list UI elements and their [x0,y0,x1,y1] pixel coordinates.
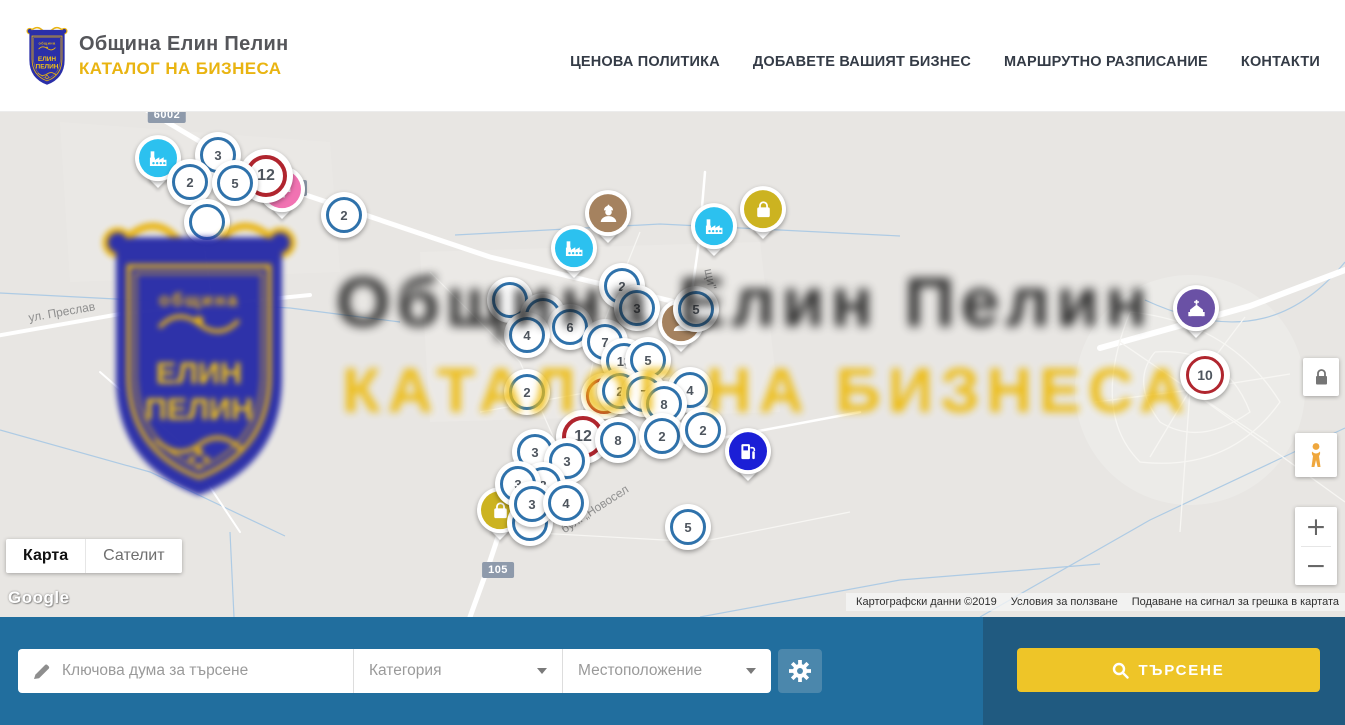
cluster-marker-5[interactable]: 5 [673,286,719,332]
zoom-out-button[interactable]: − [1295,547,1337,586]
cluster-count: 5 [684,520,691,535]
cluster-count: 3 [528,497,535,512]
attribution-link-2[interactable]: Подаване на сигнал за грешка в картата [1132,596,1339,608]
cluster-marker-2[interactable]: 2 [680,407,726,453]
cluster-marker-10[interactable]: 10 [1180,350,1230,400]
pegman-button[interactable] [1295,433,1337,477]
cluster-count: 2 [340,208,347,223]
road-badge-105: 105 [482,562,514,578]
cluster-count: 2 [658,429,665,444]
cluster-marker-3[interactable]: 3 [614,285,660,331]
nav-item-3[interactable]: МАРШРУТНО РАЗПИСАНИЕ [1004,54,1208,70]
search-bar: Категория Местоположение [0,617,1345,725]
cluster-count: 4 [523,328,530,343]
cluster-count: 2 [523,385,530,400]
keyword-input[interactable] [62,662,353,680]
map-canvas[interactable]: 3 2 12 5 2 2 3 5 6 4 7 13 5 2 2 7 4 8 12… [0,112,1345,617]
svg-text:ЕЛИН: ЕЛИН [38,56,57,63]
factory-icon [555,229,593,267]
cluster-count: 10 [1197,367,1213,383]
search-fields: Категория Местоположение [18,649,771,693]
search-icon [1112,662,1129,679]
cluster-count: 5 [231,176,238,191]
factory-marker[interactable] [551,225,597,271]
lock-icon [1313,368,1330,387]
cluster-marker-8[interactable]: 8 [595,417,641,463]
cluster-count: 4 [562,496,569,511]
map-type-map-button[interactable]: Карта [6,539,85,573]
site-title: Община Елин Пелин КАТАЛОГ НА БИЗНЕСА [79,33,289,79]
pegman-icon [1306,442,1326,468]
cluster-marker-2[interactable]: 2 [321,192,367,238]
cluster-marker[interactable] [184,199,230,245]
cluster-count: 3 [633,301,640,316]
cluster-count: 5 [644,353,651,368]
fuel-marker[interactable] [725,428,771,474]
cluster-marker-4[interactable]: 4 [543,480,589,526]
map-type-control: Карта Сателит [6,539,182,573]
site-title-line1: Община Елин Пелин [79,33,289,56]
nav-item-1[interactable]: ЦЕНОВА ПОЛИТИКА [570,54,720,70]
bag-icon [744,190,782,228]
attribution-text: Картографски данни ©2019 [856,596,997,608]
gear-icon [789,660,811,682]
advanced-settings-button[interactable] [778,649,822,693]
search-button-label: ТЪРСЕНЕ [1138,662,1224,679]
cluster-marker-2[interactable]: 2 [504,369,550,415]
zoom-in-button[interactable]: + [1295,507,1337,546]
page: община ЕЛИН ПЕЛИН Община Елин Пелин КАТА… [0,0,1345,725]
chevron-down-icon [537,668,547,674]
factory-icon [695,207,733,245]
cluster-count: 2 [186,175,193,190]
cluster-count: 8 [660,397,667,412]
cluster-count: 8 [614,433,621,448]
road-badge-6002: 6002 [148,112,186,123]
map-type-satellite-button[interactable]: Сателит [85,539,181,573]
cluster-count: 3 [214,148,221,163]
cluster-marker-5[interactable]: 5 [212,160,258,206]
location-select[interactable]: Местоположение [562,649,771,693]
cluster-marker-2[interactable]: 2 [639,413,685,459]
cluster-count: 2 [699,423,706,438]
church-marker[interactable] [1173,285,1219,331]
cluster-count: 6 [566,320,573,335]
header: община ЕЛИН ПЕЛИН Община Елин Пелин КАТА… [0,0,1345,112]
cluster-marker-5[interactable]: 5 [665,504,711,550]
zoom-control: + − [1295,507,1337,585]
category-select[interactable]: Категория [353,649,562,693]
google-logo[interactable]: Google [8,588,70,608]
cluster-count: 3 [563,454,570,469]
attribution-link-1[interactable]: Условия за ползване [1011,596,1118,608]
cluster-count: 12 [257,167,275,185]
main-nav: ЦЕНОВА ПОЛИТИКА ДОБАВЕТЕ ВАШИЯТ БИЗНЕС МАР… [570,54,1320,70]
municipality-crest-icon: община ЕЛИН ПЕЛИН [24,18,70,94]
cluster-count: 3 [531,445,538,460]
cluster-count: 4 [686,383,693,398]
site-logo[interactable]: община ЕЛИН ПЕЛИН Община Елин Пелин КАТА… [24,18,289,94]
cluster-marker-4[interactable]: 4 [504,312,550,358]
search-button[interactable]: ТЪРСЕНЕ [1017,648,1320,692]
category-select-value: Категория [369,662,441,680]
bag-marker[interactable] [740,186,786,232]
location-select-value: Местоположение [578,662,702,680]
church-icon [1177,289,1215,327]
factory-marker[interactable] [691,203,737,249]
svg-text:община: община [38,42,56,46]
chevron-down-icon [746,668,756,674]
nav-item-4[interactable]: КОНТАКТИ [1241,54,1320,70]
nav-item-2[interactable]: ДОБАВЕТЕ ВАШИЯТ БИЗНЕС [753,54,971,70]
fuel-icon [729,432,767,470]
map-attribution: Картографски данни ©2019 Условия за ползв… [846,593,1345,611]
svg-text:ПЕЛИН: ПЕЛИН [36,64,59,71]
pencil-icon [33,662,51,680]
lock-button[interactable] [1303,358,1339,396]
keyword-field [18,649,353,693]
cluster-count: 5 [692,302,699,317]
site-title-line2: КАТАЛОГ НА БИЗНЕСА [79,59,289,79]
